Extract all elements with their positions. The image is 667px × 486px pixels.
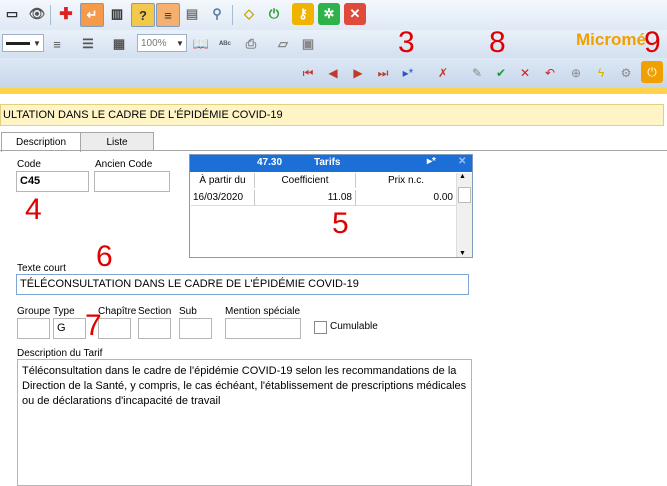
table-cell-prix[interactable]: 0.00 bbox=[356, 190, 457, 206]
zoom-value: 100% bbox=[141, 37, 167, 49]
spellcheck-icon[interactable]: ᴬᴮᶜ bbox=[214, 33, 236, 55]
mention-speciale-field[interactable] bbox=[225, 318, 301, 339]
barcode-icon[interactable]: ▥ bbox=[106, 3, 128, 25]
section-field[interactable] bbox=[138, 318, 171, 339]
tarifs-number: 47.30 bbox=[257, 157, 283, 168]
sub-field[interactable] bbox=[179, 318, 212, 339]
annotation-3: 3 bbox=[398, 26, 415, 59]
chapitre-field[interactable] bbox=[98, 318, 131, 339]
tarifs-grid: 47.30 Tarifs ▸* ✕ À partir du Coefficien… bbox=[189, 154, 473, 258]
cumulable-checkbox[interactable] bbox=[314, 321, 327, 334]
type-label: Type bbox=[53, 306, 75, 317]
search-icon[interactable]: ⚲ bbox=[206, 3, 228, 25]
medical-cross-icon[interactable]: ✚ bbox=[55, 3, 77, 25]
list-icon[interactable]: ≡ bbox=[156, 3, 180, 27]
tools-icon[interactable]: ⚙ bbox=[616, 63, 636, 83]
code-field[interactable]: C45 bbox=[16, 171, 89, 192]
print-icon[interactable]: ⎙ bbox=[240, 33, 262, 55]
save-icon[interactable]: ▣ bbox=[297, 33, 319, 55]
table-cell-date[interactable]: 16/03/2020 bbox=[191, 190, 255, 206]
tab-liste[interactable]: Liste bbox=[80, 132, 154, 151]
cumulable-label: Cumulable bbox=[330, 321, 378, 332]
help-icon[interactable]: ? bbox=[131, 3, 155, 27]
power-icon[interactable]: ⏻ bbox=[263, 3, 285, 25]
open-folder-icon[interactable]: ▱ bbox=[272, 33, 294, 55]
bullet-list-icon[interactable]: ☰ bbox=[77, 33, 99, 55]
first-record-icon[interactable]: ⏮ bbox=[298, 63, 318, 83]
code-label: Code bbox=[17, 159, 41, 170]
groupe-field[interactable] bbox=[17, 318, 50, 339]
new-tarif-icon[interactable]: ▸* bbox=[427, 156, 436, 167]
book-icon[interactable]: 📖 bbox=[190, 33, 212, 55]
scroll-down-icon[interactable]: ▼ bbox=[459, 250, 466, 257]
previous-record-icon[interactable]: ◀ bbox=[323, 63, 343, 83]
texte-court-label: Texte court bbox=[17, 263, 66, 274]
zoom-combo[interactable]: 100% ▼ bbox=[137, 34, 187, 52]
annotation-8: 8 bbox=[489, 26, 506, 59]
scroll-thumb[interactable] bbox=[458, 187, 471, 203]
annotation-5: 5 bbox=[332, 207, 349, 240]
chapitre-label: Chapître bbox=[98, 306, 137, 317]
key-icon[interactable]: ⚷ bbox=[292, 3, 314, 25]
line-style-combo[interactable]: ▼ bbox=[2, 34, 44, 52]
ancien-code-label: Ancien Code bbox=[95, 159, 153, 170]
last-record-icon[interactable]: ⏭ bbox=[373, 63, 393, 83]
tab-description[interactable]: Description bbox=[1, 132, 81, 152]
brand-logo: Micromé bbox=[576, 30, 646, 49]
lightning-icon[interactable]: ϟ bbox=[591, 63, 611, 83]
format-toolbar bbox=[0, 30, 667, 59]
report-icon[interactable]: ▤ bbox=[181, 3, 203, 25]
sub-label: Sub bbox=[179, 306, 197, 317]
view-icon[interactable]: 👁 bbox=[26, 3, 48, 25]
section-label: Section bbox=[138, 306, 172, 317]
accent-bar bbox=[0, 88, 667, 94]
tarifs-title: Tarifs bbox=[314, 157, 341, 168]
annotation-7: 7 bbox=[85, 309, 102, 342]
main-toolbar: ▭ 👁 ✚ ↵ ▥ ? ≡ ▤ ⚲ ◇ ⏻ ⚷ ✲ ✕ bbox=[0, 0, 667, 30]
type-field[interactable]: G bbox=[53, 318, 86, 339]
groupe-label: Groupe bbox=[17, 306, 51, 317]
column-header-date[interactable]: À partir du bbox=[191, 173, 255, 188]
annotation-6: 6 bbox=[96, 240, 113, 273]
ancien-code-field[interactable] bbox=[94, 171, 170, 192]
description-textarea[interactable]: Téléconsultation dans le cadre de l'épid… bbox=[17, 359, 472, 486]
edit-icon[interactable]: ✎ bbox=[467, 63, 487, 83]
column-header-coefficient[interactable]: Coefficient bbox=[255, 173, 356, 188]
warning-icon[interactable]: ◇ bbox=[238, 3, 260, 25]
table-cell-coefficient[interactable]: 11.08 bbox=[255, 190, 356, 206]
annotation-9: 9 bbox=[644, 26, 661, 59]
tarifs-header: 47.30 Tarifs ▸* ✕ bbox=[190, 155, 472, 172]
texte-court-field[interactable]: TÉLÉCONSULTATION DANS LE CADRE DE L'ÉPID… bbox=[16, 274, 469, 295]
record-title: ULTATION DANS LE CADRE DE L'ÉPIDÉMIE COV… bbox=[0, 104, 664, 126]
align-left-icon[interactable]: ≡ bbox=[46, 33, 68, 55]
close-icon[interactable]: ✕ bbox=[344, 3, 366, 25]
attach-icon[interactable]: ⊕ bbox=[566, 63, 586, 83]
window-icon[interactable]: ▭ bbox=[1, 3, 23, 25]
column-header-prix[interactable]: Prix n.c. bbox=[356, 173, 457, 188]
return-icon[interactable]: ↵ bbox=[80, 3, 104, 27]
undo-icon[interactable]: ↶ bbox=[540, 63, 560, 83]
close-tarif-icon[interactable]: ✕ bbox=[458, 156, 466, 167]
description-label: Description du Tarif bbox=[17, 348, 103, 359]
table-icon[interactable]: ▦ bbox=[108, 33, 130, 55]
tarifs-scrollbar[interactable]: ▲ ▼ bbox=[456, 173, 472, 257]
sync-icon[interactable]: ✲ bbox=[318, 3, 340, 25]
delete-record-icon[interactable]: ✗ bbox=[433, 63, 453, 83]
annotation-4: 4 bbox=[25, 193, 42, 226]
new-record-icon[interactable]: ▸* bbox=[398, 63, 418, 83]
next-record-icon[interactable]: ▶ bbox=[348, 63, 368, 83]
scroll-up-icon[interactable]: ▲ bbox=[459, 173, 466, 180]
confirm-icon[interactable]: ✔ bbox=[491, 63, 511, 83]
cancel-icon[interactable]: ✕ bbox=[515, 63, 535, 83]
quit-icon[interactable]: ⏻ bbox=[641, 61, 663, 83]
tab-panel-border bbox=[0, 150, 667, 151]
mention-speciale-label: Mention spéciale bbox=[225, 306, 301, 317]
